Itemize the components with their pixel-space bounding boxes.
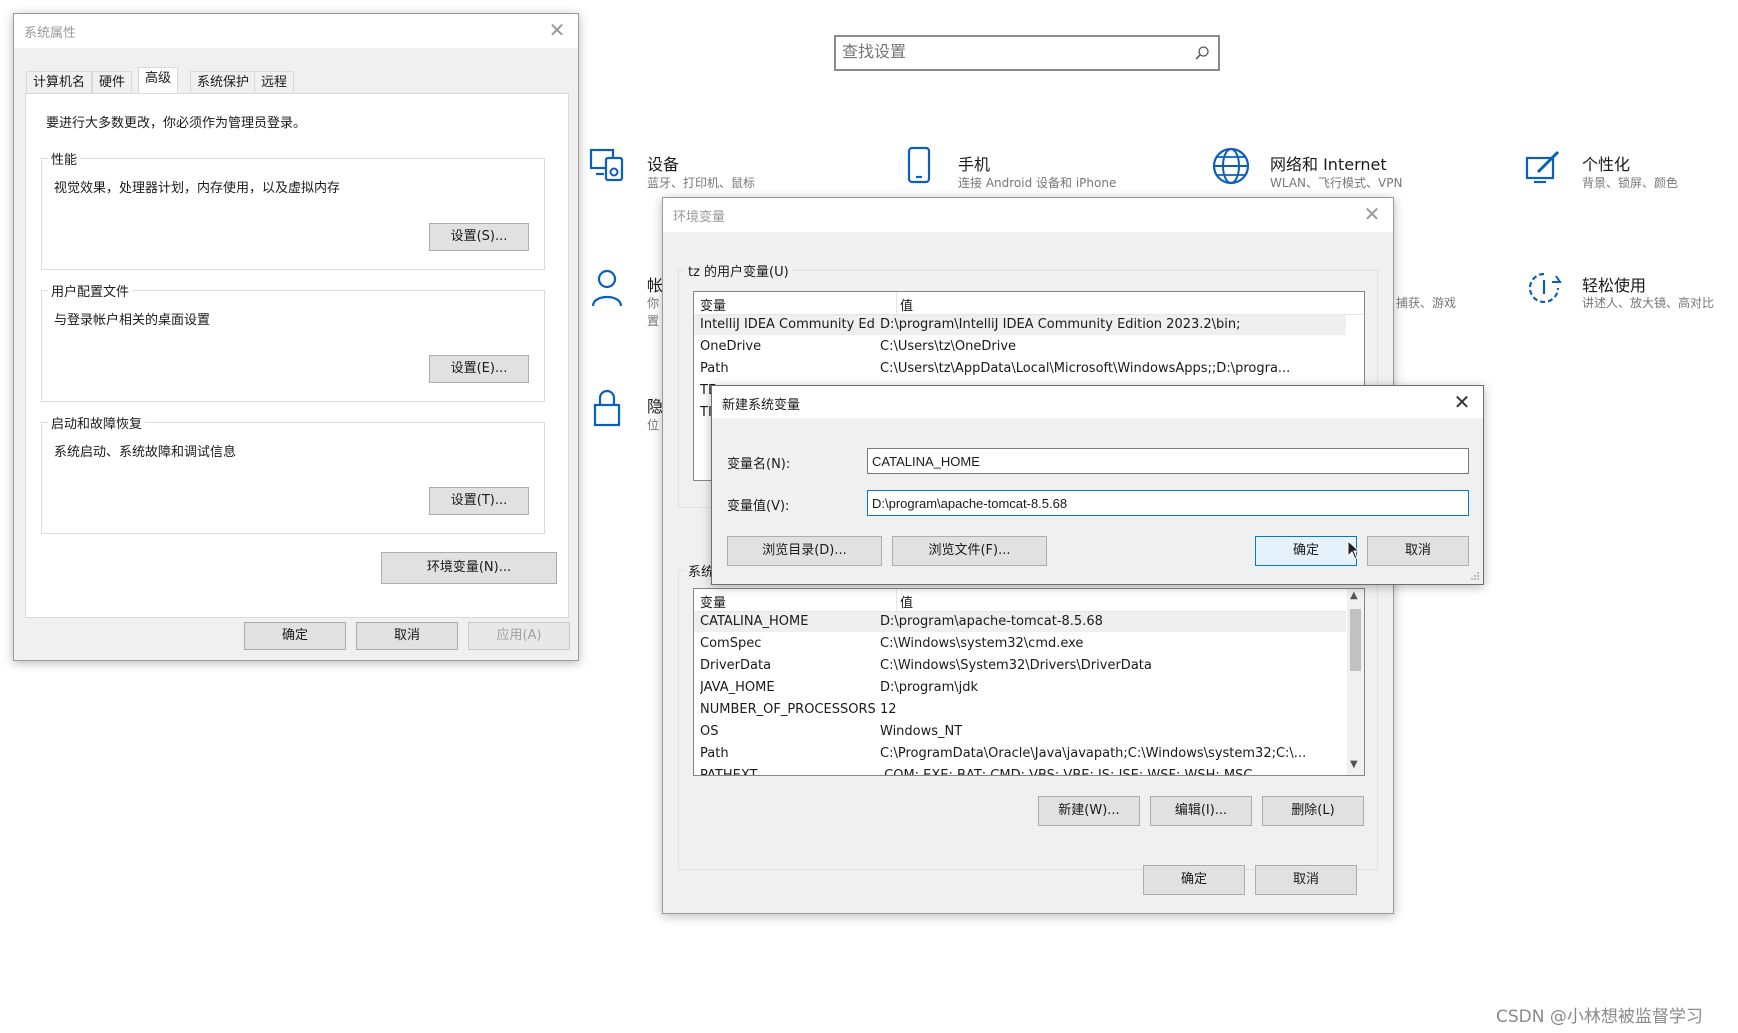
table-row[interactable]: OS Windows_NT (694, 722, 1346, 742)
tile-title: 帐 (647, 276, 664, 295)
delete-variable-button[interactable]: 删除(L) (1262, 796, 1364, 826)
new-variable-button[interactable]: 新建(W)... (1038, 796, 1140, 826)
column-header-value[interactable]: 值 (900, 592, 913, 611)
cancel-button[interactable]: 取消 (1255, 865, 1357, 895)
vertical-scrollbar[interactable]: ▲ ▼ (1347, 589, 1364, 775)
scroll-up-icon[interactable]: ▲ (1350, 590, 1358, 601)
ok-button[interactable]: 确定 (1143, 865, 1245, 895)
new-system-variable-dialog: 新建系统变量 ✕ 变量名(N): 变量值(V): 浏览目录(D)... 浏览文件… (711, 385, 1484, 585)
close-icon[interactable]: ✕ (1449, 389, 1475, 415)
variable-value-label: 变量值(V): (727, 499, 790, 514)
settings-search-input[interactable] (838, 40, 1178, 66)
devices-icon (589, 148, 624, 182)
tab-hardware[interactable]: 硬件 (92, 71, 133, 93)
search-icon (1195, 46, 1209, 60)
tab-remote[interactable]: 远程 (254, 71, 295, 93)
title-bar: 新建系统变量 ✕ (712, 386, 1483, 418)
admin-note: 要进行大多数更改，你必须作为管理员登录。 (46, 116, 307, 131)
variable-value-input[interactable] (867, 490, 1469, 516)
window-title: 系统属性 (24, 26, 77, 41)
tab-computer-name[interactable]: 计算机名 (26, 71, 93, 93)
tile-title: 隐 (647, 397, 664, 416)
list-header: 变量 值 (694, 589, 1346, 612)
ok-button[interactable]: 确定 (244, 622, 346, 650)
table-row[interactable]: CATALINA_HOME D:\program\apache-tomcat-8.… (694, 612, 1346, 632)
group-description: 系统启动、系统故障和调试信息 (54, 445, 237, 460)
startup-recovery-group: 启动和故障恢复 系统启动、系统故障和调试信息 设置(T)... (41, 413, 545, 534)
settings-search-box[interactable] (834, 35, 1220, 71)
watermark: CSDN @小林想被监督学习 (1496, 1007, 1703, 1027)
tile-subtitle: 位 (647, 418, 660, 432)
tile-subtitle: 蓝牙、打印机、鼠标 (647, 176, 756, 190)
performance-settings-button[interactable]: 设置(S)... (429, 223, 529, 251)
group-legend: 用户配置文件 (48, 281, 133, 300)
startup-settings-button[interactable]: 设置(T)... (429, 487, 529, 515)
table-row[interactable]: Path C:\Users\tz\AppData\Local\Microsoft\… (694, 359, 1364, 379)
tile-title: 个性化 (1582, 155, 1631, 174)
group-legend: 启动和故障恢复 (48, 413, 146, 432)
variable-name-label: 变量名(N): (727, 457, 791, 472)
globe-icon (1212, 147, 1250, 185)
browse-file-button[interactable]: 浏览文件(F)... (892, 536, 1047, 566)
phone-icon (907, 146, 931, 184)
tile-subtitle: 你 (647, 296, 660, 310)
tile-subtitle: 置 (647, 314, 660, 328)
mouse-cursor-icon (1347, 540, 1361, 560)
table-row[interactable]: OneDrive C:\Users\tz\OneDrive (694, 337, 1364, 357)
table-row[interactable]: DriverData C:\Windows\System32\Drivers\Dr… (694, 656, 1346, 676)
close-icon[interactable]: ✕ (544, 17, 570, 43)
tab-advanced[interactable]: 高级 (138, 67, 179, 94)
table-row[interactable]: PATHEXT .COM;.EXE;.BAT;.CMD;.VBS;.VBE;.JS… (694, 766, 1346, 775)
table-row[interactable]: Path C:\ProgramData\Oracle\Java\javapath;… (694, 744, 1346, 764)
tile-subtitle: 连接 Android 设备和 iPhone (958, 176, 1117, 190)
ok-button[interactable]: 确定 (1255, 536, 1357, 566)
scrollbar-thumb[interactable] (1350, 609, 1361, 671)
resize-grip-icon[interactable] (1470, 571, 1480, 581)
ease-icon (1528, 272, 1562, 304)
list-header: 变量 值 (694, 292, 1364, 315)
window-title: 环境变量 (673, 210, 726, 225)
tile-subtitle: 背景、锁屏、颜色 (1582, 176, 1679, 190)
column-header-variable[interactable]: 变量 (700, 295, 726, 314)
table-row[interactable]: IntelliJ IDEA Community Ed... D:\program\… (694, 315, 1346, 335)
tile-title: 手机 (958, 155, 991, 174)
browse-directory-button[interactable]: 浏览目录(D)... (727, 536, 882, 566)
tab-system-protection[interactable]: 系统保护 (190, 71, 257, 93)
user-profiles-group: 用户配置文件 与登录帐户相关的桌面设置 设置(E)... (41, 281, 545, 402)
variable-name-input[interactable] (867, 448, 1469, 474)
cancel-button[interactable]: 取消 (356, 622, 458, 650)
tab-panel: 要进行大多数更改，你必须作为管理员登录。 性能 视觉效果，处理器计划，内存使用，… (25, 93, 569, 618)
performance-group: 性能 视觉效果，处理器计划，内存使用，以及虚拟内存 设置(S)... (41, 149, 545, 270)
profile-settings-button[interactable]: 设置(E)... (429, 355, 529, 383)
tile-title: 网络和 Internet (1270, 155, 1387, 174)
tile-subtitle: 讲述人、放大镜、高对比 (1582, 296, 1715, 310)
tile-subtitle: 捕获、游戏 (1396, 296, 1457, 310)
personalization-icon (1525, 150, 1560, 184)
close-icon[interactable]: ✕ (1359, 201, 1385, 227)
window-title: 新建系统变量 (722, 398, 801, 413)
column-header-variable[interactable]: 变量 (700, 592, 726, 611)
table-row[interactable]: ComSpec C:\Windows\system32\cmd.exe (694, 634, 1346, 654)
tile-title: 设备 (647, 155, 680, 174)
apply-button[interactable]: 应用(A) (468, 622, 570, 650)
group-description: 与登录帐户相关的桌面设置 (54, 313, 211, 328)
table-row[interactable]: NUMBER_OF_PROCESSORS 12 (694, 700, 1346, 720)
system-variables-list[interactable]: 变量 值 CATALINA_HOME D:\program\apache-tomc… (693, 588, 1365, 776)
system-properties-window: 系统属性 ✕ 计算机名 硬件 高级 系统保护 远程 要进行大多数更改，你必须作为… (13, 13, 579, 661)
title-bar: 系统属性 ✕ (14, 14, 578, 48)
group-legend: tz 的用户变量(U) (685, 261, 792, 280)
tile-title: 轻松使用 (1582, 276, 1647, 295)
environment-variables-button[interactable]: 环境变量(N)... (381, 552, 557, 584)
column-header-value[interactable]: 值 (900, 295, 913, 314)
person-icon (591, 269, 623, 307)
lock-icon (593, 389, 621, 427)
group-description: 视觉效果，处理器计划，内存使用，以及虚拟内存 (54, 181, 341, 196)
title-bar: 环境变量 ✕ (663, 198, 1393, 232)
group-legend: 性能 (48, 149, 81, 168)
edit-variable-button[interactable]: 编辑(I)... (1150, 796, 1252, 826)
tile-subtitle: WLAN、飞行模式、VPN (1270, 176, 1403, 190)
scroll-down-icon[interactable]: ▼ (1350, 759, 1358, 770)
table-row[interactable]: JAVA_HOME D:\program\jdk (694, 678, 1346, 698)
cancel-button[interactable]: 取消 (1367, 536, 1469, 566)
